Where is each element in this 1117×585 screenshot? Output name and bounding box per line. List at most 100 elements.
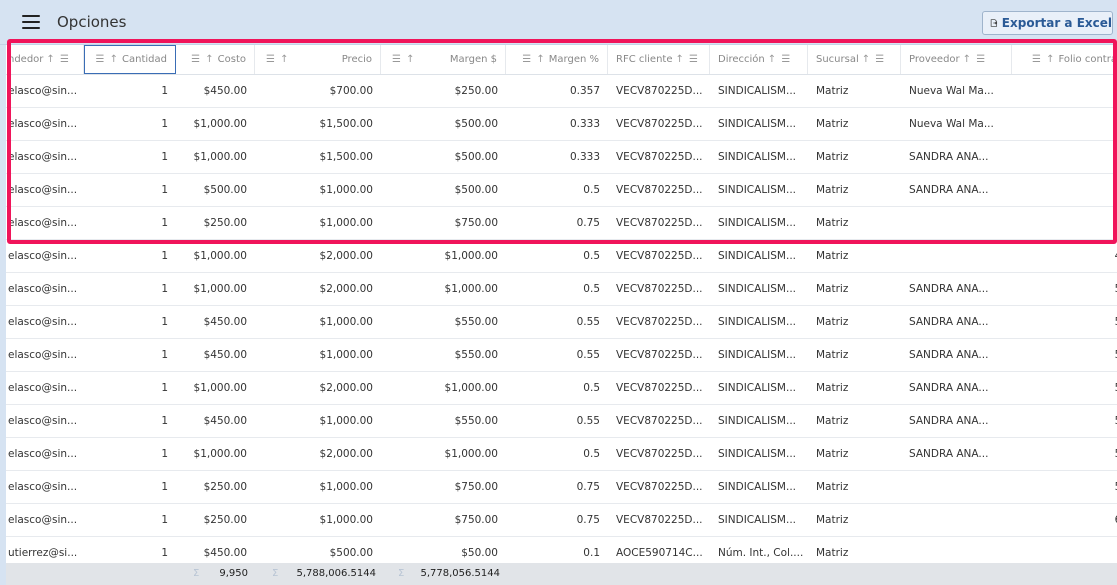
hamburger-menu-icon[interactable] bbox=[22, 15, 40, 31]
cell-proveedor: Nueva Wal Ma... bbox=[909, 118, 994, 130]
cell-proveedor bbox=[901, 240, 1012, 272]
cell-sucursal: Matriz bbox=[816, 118, 849, 130]
data-grid[interactable]: ndedor ↑ ☰ ☰ ↑ Cantidad ☰ ↑ Costo ☰ ↑ Precio ☰ ↑… bbox=[0, 45, 1117, 585]
column-header-rfc-cliente[interactable]: RFC cliente ↑ ☰ bbox=[608, 45, 710, 74]
sort-filter-icon[interactable]: ↑ ☰ bbox=[675, 45, 699, 74]
table-row[interactable]: elasco@sin... 1 $1,000.00 $2,000.00 $1,000.0… bbox=[6, 372, 1117, 405]
cell-vendedor: elasco@sin... bbox=[8, 118, 78, 130]
cell-vendedor: elasco@sin... bbox=[8, 217, 78, 229]
sort-filter-icon[interactable]: ☰ ↑ bbox=[1032, 45, 1056, 74]
column-header-label: Proveedor bbox=[909, 53, 960, 65]
cell-costo: $500.00 bbox=[203, 184, 247, 196]
column-header-label: Precio bbox=[341, 53, 372, 65]
cell-margen-monto: $1,000.00 bbox=[444, 448, 498, 460]
cell-rfc-cliente: VECV870225D... bbox=[616, 184, 703, 196]
cell-margen-monto: $750.00 bbox=[454, 217, 498, 229]
summary-cantidad: 9,950 bbox=[219, 568, 248, 579]
cell-costo: $1,000.00 bbox=[193, 448, 247, 460]
cell-margen-monto: $500.00 bbox=[454, 118, 498, 130]
table-row[interactable]: elasco@sin... 1 $450.00 $700.00 $250.00 0.357… bbox=[6, 75, 1117, 108]
cell-proveedor: SANDRA ANA... bbox=[909, 184, 989, 196]
cell-rfc-cliente: VECV870225D... bbox=[616, 514, 703, 526]
sort-filter-icon[interactable]: ☰ ↑ bbox=[191, 45, 215, 74]
cell-folio-contrato: 53 bbox=[1012, 438, 1117, 470]
cell-cantidad: 1 bbox=[161, 184, 168, 196]
sort-filter-icon[interactable]: ↑ ☰ bbox=[963, 45, 987, 74]
column-header-sucursal[interactable]: Sucursal ↑ ☰ bbox=[808, 45, 901, 74]
table-row[interactable]: elasco@sin... 1 $1,000.00 $2,000.00 $1,000.0… bbox=[6, 438, 1117, 471]
column-header-costo[interactable]: ☰ ↑ Costo bbox=[176, 45, 255, 74]
cell-precio: $2,000.00 bbox=[319, 382, 373, 394]
cell-vendedor: elasco@sin... bbox=[8, 514, 78, 526]
table-row[interactable]: elasco@sin... 1 $1,000.00 $2,000.00 $1,000.0… bbox=[6, 273, 1117, 306]
sort-filter-icon[interactable]: ☰ ↑ bbox=[95, 46, 119, 73]
cell-direccion: SINDICALISM... bbox=[718, 382, 796, 394]
cell-margen-porcentaje: 0.333 bbox=[569, 151, 600, 163]
column-header-label: RFC cliente bbox=[616, 53, 673, 65]
summary-precio: 5,788,006.5144 bbox=[296, 568, 376, 579]
table-row[interactable]: elasco@sin... 1 $450.00 $1,000.00 $550.00 0.5… bbox=[6, 339, 1117, 372]
column-header-cantidad[interactable]: ☰ ↑ Cantidad bbox=[84, 45, 176, 74]
sort-filter-icon[interactable]: ☰ ↑ bbox=[522, 45, 546, 74]
cell-sucursal: Matriz bbox=[816, 85, 849, 97]
column-header-direccion[interactable]: Dirección ↑ ☰ bbox=[710, 45, 808, 74]
cell-costo: $1,000.00 bbox=[193, 151, 247, 163]
table-row[interactable]: elasco@sin... 1 $450.00 $1,000.00 $550.00 0.5… bbox=[6, 306, 1117, 339]
table-row[interactable]: elasco@sin... 1 $450.00 $1,000.00 $550.00 0.5… bbox=[6, 405, 1117, 438]
cell-rfc-cliente: VECV870225D... bbox=[616, 448, 703, 460]
cell-folio-contrato: 52 bbox=[1012, 339, 1117, 371]
cell-costo: $450.00 bbox=[203, 85, 247, 97]
cell-costo: $450.00 bbox=[203, 349, 247, 361]
cell-cantidad: 1 bbox=[161, 382, 168, 394]
cell-direccion: SINDICALISM... bbox=[718, 283, 796, 295]
cell-margen-porcentaje: 0.5 bbox=[583, 382, 600, 394]
export-excel-button[interactable]: Exportar a Excel bbox=[982, 11, 1113, 35]
grid-body: elasco@sin... 1 $450.00 $700.00 $250.00 0.357… bbox=[6, 75, 1117, 570]
cell-margen-porcentaje: 0.75 bbox=[576, 481, 600, 493]
cell-margen-monto: $550.00 bbox=[454, 316, 498, 328]
cell-margen-porcentaje: 0.5 bbox=[583, 448, 600, 460]
cell-cantidad: 1 bbox=[161, 250, 168, 262]
cell-precio: $2,000.00 bbox=[319, 283, 373, 295]
column-header-margen-monto[interactable]: ☰ ↑ Margen $ bbox=[381, 45, 506, 74]
cell-folio-contrato: 44 bbox=[1012, 75, 1117, 107]
table-row[interactable]: elasco@sin... 1 $250.00 $1,000.00 $750.00 0.7… bbox=[6, 471, 1117, 504]
cell-costo: $1,000.00 bbox=[193, 250, 247, 262]
cell-margen-porcentaje: 0.5 bbox=[583, 283, 600, 295]
sort-filter-icon[interactable]: ↑ ☰ bbox=[862, 45, 886, 74]
cell-costo: $1,000.00 bbox=[193, 382, 247, 394]
cell-vendedor: elasco@sin... bbox=[8, 151, 78, 163]
cell-folio-contrato: 51 bbox=[1012, 306, 1117, 338]
cell-sucursal: Matriz bbox=[816, 283, 849, 295]
column-header-proveedor[interactable]: Proveedor ↑ ☰ bbox=[901, 45, 1012, 74]
sort-filter-icon[interactable]: ☰ ↑ bbox=[392, 45, 416, 74]
table-row[interactable]: elasco@sin... 1 $1,000.00 $2,000.00 $1,000.0… bbox=[6, 240, 1117, 273]
column-header-vendedor[interactable]: ndedor ↑ ☰ bbox=[6, 45, 84, 74]
table-row[interactable]: elasco@sin... 1 $250.00 $1,000.00 $750.00 0.7… bbox=[6, 504, 1117, 537]
table-row[interactable]: elasco@sin... 1 $1,000.00 $1,500.00 $500.00 0… bbox=[6, 108, 1117, 141]
cell-vendedor: elasco@sin... bbox=[8, 184, 78, 196]
cell-rfc-cliente: VECV870225D... bbox=[616, 316, 703, 328]
cell-vendedor: elasco@sin... bbox=[8, 316, 78, 328]
table-row[interactable]: elasco@sin... 1 $500.00 $1,000.00 $500.00 0.5… bbox=[6, 174, 1117, 207]
cell-direccion: SINDICALISM... bbox=[718, 118, 796, 130]
cell-margen-porcentaje: 0.75 bbox=[576, 514, 600, 526]
table-row[interactable]: elasco@sin... 1 $1,000.00 $1,500.00 $500.00 0… bbox=[6, 141, 1117, 174]
sort-filter-icon[interactable]: ☰ ↑ bbox=[266, 45, 290, 74]
sort-filter-icon[interactable]: ↑ ☰ bbox=[768, 45, 792, 74]
table-row[interactable]: elasco@sin... 1 $250.00 $1,000.00 $750.00 0.7… bbox=[6, 207, 1117, 240]
column-header-precio[interactable]: ☰ ↑ Precio bbox=[255, 45, 381, 74]
cell-margen-monto: $550.00 bbox=[454, 349, 498, 361]
cell-direccion: SINDICALISM... bbox=[718, 481, 796, 493]
cell-margen-monto: $1,000.00 bbox=[444, 382, 498, 394]
cell-folio-contrato: 44 bbox=[1012, 108, 1117, 140]
column-header-margen-porcentaje[interactable]: ☰ ↑ Margen % bbox=[506, 45, 608, 74]
cell-cantidad: 1 bbox=[161, 151, 168, 163]
column-header-folio-contrato[interactable]: ☰ ↑Folio contrato bbox=[1012, 45, 1117, 74]
sort-filter-icon[interactable]: ↑ ☰ bbox=[46, 45, 70, 74]
cell-cantidad: 1 bbox=[161, 415, 168, 427]
cell-vendedor: elasco@sin... bbox=[8, 415, 78, 427]
cell-cantidad: 1 bbox=[161, 316, 168, 328]
cell-sucursal: Matriz bbox=[816, 316, 849, 328]
cell-rfc-cliente: VECV870225D... bbox=[616, 217, 703, 229]
